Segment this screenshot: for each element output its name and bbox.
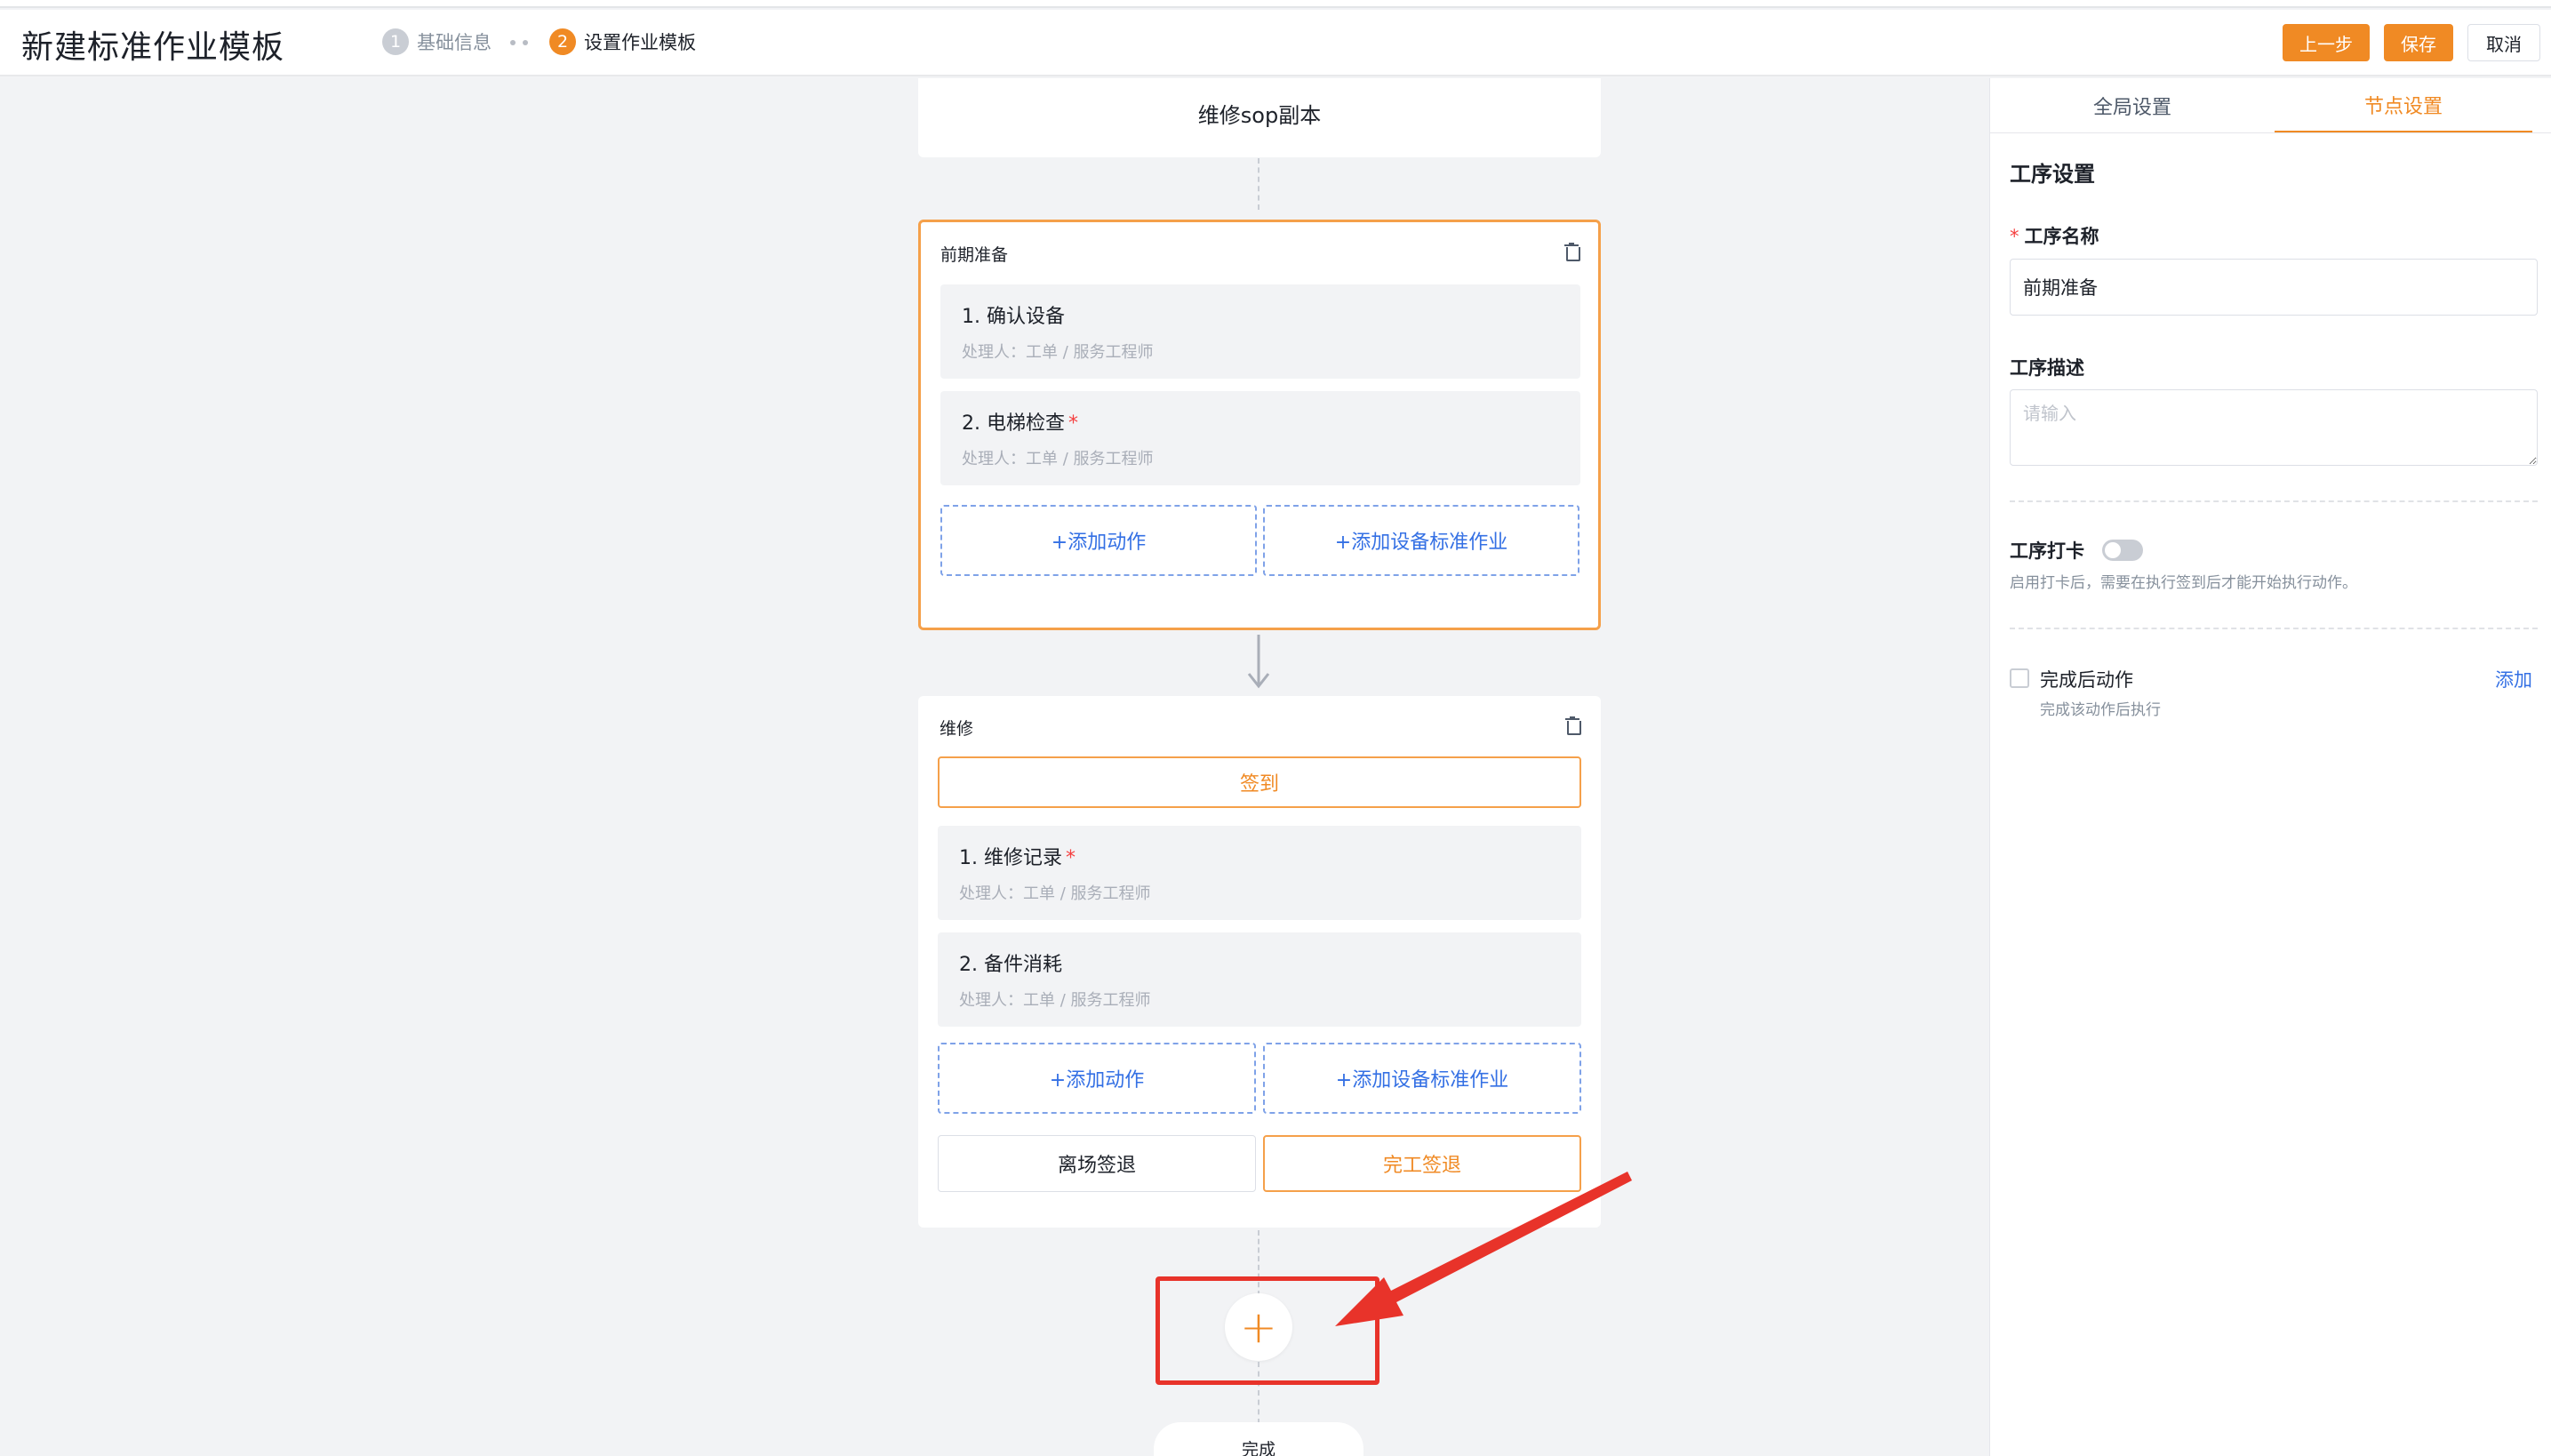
action-handler: 处理人：工单 / 服务工程师 — [959, 991, 1151, 1010]
divider — [2010, 500, 2538, 502]
process-name-text: 工序名称 — [2024, 226, 2099, 247]
action-handler: 处理人：工单 / 服务工程师 — [962, 450, 1154, 468]
add-after-action-link[interactable]: 添加 — [2495, 666, 2532, 692]
checkin-note: 启用打卡后，需要在执行签到后才能开始执行动作。 — [2010, 574, 2357, 592]
connector-line — [1258, 158, 1260, 210]
cancel-button[interactable]: 取消 — [2467, 24, 2540, 61]
page-title: 新建标准作业模板 — [21, 29, 285, 66]
add-device-sop-button[interactable]: +添加设备标准作业 — [1263, 1043, 1581, 1114]
after-action-label: 完成后动作 — [2040, 669, 2133, 691]
delete-icon[interactable] — [1564, 716, 1581, 735]
previous-step-button[interactable]: 上一步 — [2283, 24, 2370, 61]
checkin-label: 工序打卡 — [2010, 540, 2084, 562]
page-header: 新建标准作业模板 1 基础信息 2 设置作业模板 上一步 保存 取消 — [0, 10, 2551, 76]
process-desc-input[interactable] — [2010, 389, 2538, 466]
step-number: 2 — [549, 28, 576, 55]
add-action-button[interactable]: +添加动作 — [938, 1043, 1256, 1114]
required-mark: * — [2010, 226, 2019, 247]
stage-card-repair[interactable]: 维修 签到 1. 维修记录 * 处理人：工单 / 服务工程师 2. 备件消耗 处理… — [918, 696, 1601, 1228]
action-title: 1. 确认设备 — [962, 306, 1065, 328]
after-action-note: 完成该动作后执行 — [2040, 701, 2161, 719]
leave-checkout-button[interactable]: 离场签退 — [938, 1135, 1256, 1192]
step-basic-info[interactable]: 1 基础信息 — [382, 28, 492, 55]
process-name-input[interactable] — [2010, 259, 2538, 316]
stage-title: 维修 — [940, 719, 974, 739]
add-device-sop-button[interactable]: +添加设备标准作业 — [1263, 505, 1579, 576]
add-action-button[interactable]: +添加动作 — [940, 505, 1257, 576]
annotation-arrow — [1335, 1172, 1632, 1326]
stage-title: 前期准备 — [940, 245, 1009, 265]
checkin-toggle[interactable] — [2102, 540, 2143, 561]
section-title: 工序设置 — [2010, 162, 2095, 187]
after-action-checkbox[interactable] — [2010, 668, 2029, 688]
tab-divider — [1990, 132, 2551, 133]
divider — [2010, 628, 2538, 629]
save-button[interactable]: 保存 — [2384, 24, 2453, 61]
step-template-settings[interactable]: 2 设置作业模板 — [549, 28, 696, 55]
delete-icon[interactable] — [1563, 243, 1580, 261]
checkin-button[interactable]: 签到 — [938, 756, 1581, 808]
tab-global-settings[interactable]: 全局设置 — [1990, 78, 2275, 133]
settings-panel: 全局设置 节点设置 工序设置 *工序名称 工序描述 工序打卡 启用打卡后，需要在… — [1989, 78, 2551, 1456]
required-mark: * — [1068, 412, 1078, 435]
start-node[interactable]: 维修sop副本 — [918, 78, 1601, 157]
step-separator — [510, 40, 528, 45]
template-name: 维修sop副本 — [1197, 103, 1322, 128]
required-mark: * — [1065, 847, 1076, 869]
process-name-label: * 工序名称 — [2010, 222, 2099, 249]
action-title: 1. 维修记录 — [959, 847, 1062, 869]
action-title: 2. 电梯检查 — [962, 412, 1065, 435]
tab-node-settings[interactable]: 节点设置 — [2275, 78, 2532, 133]
step-label: 基础信息 — [417, 32, 492, 53]
step-label: 设置作业模板 — [584, 32, 696, 53]
end-label: 完成 — [1241, 1440, 1276, 1456]
step-number: 1 — [382, 28, 409, 55]
process-desc-label: 工序描述 — [2010, 357, 2084, 379]
action-title: 2. 备件消耗 — [959, 954, 1062, 976]
action-item[interactable]: 2. 电梯检查 * 处理人：工单 / 服务工程师 — [940, 391, 1580, 485]
action-handler: 处理人：工单 / 服务工程师 — [959, 884, 1151, 903]
action-item[interactable]: 2. 备件消耗 处理人：工单 / 服务工程师 — [938, 932, 1581, 1027]
top-bar-edge — [0, 0, 2551, 8]
action-item[interactable]: 1. 确认设备 处理人：工单 / 服务工程师 — [940, 284, 1580, 379]
stage-card-preparation[interactable]: 前期准备 1. 确认设备 处理人：工单 / 服务工程师 2. 电梯检查 * 处理人… — [918, 220, 1601, 630]
action-handler: 处理人：工单 / 服务工程师 — [962, 343, 1154, 362]
action-item[interactable]: 1. 维修记录 * 处理人：工单 / 服务工程师 — [938, 826, 1581, 920]
arrow-down-icon — [1247, 635, 1270, 689]
end-node[interactable]: 完成 — [1154, 1422, 1363, 1456]
